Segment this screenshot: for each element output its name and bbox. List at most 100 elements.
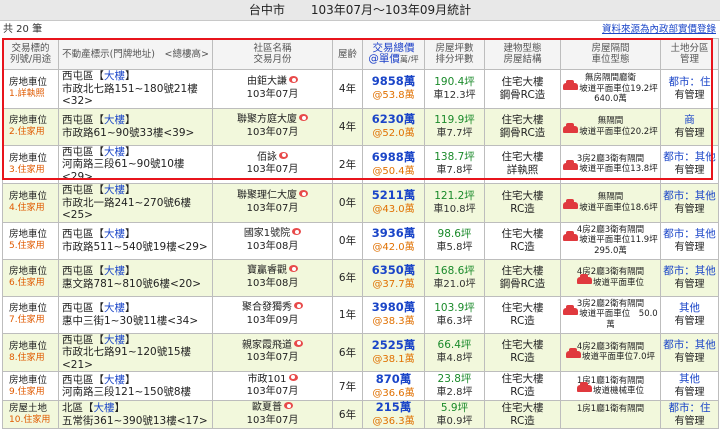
- cell-address[interactable]: 西屯區【大樓】 市政路61~90號33樓<39>: [58, 107, 213, 146]
- col-header-building[interactable]: 建物型態 房屋結構: [484, 38, 561, 70]
- cell-layout: 3房2廳3衛有隔間 坡道平面車位13.8坪: [560, 144, 661, 184]
- table-row[interactable]: 房地車位 3.住家用 西屯區【大樓】 河南路三段61~90號10樓 <29> 佰詠 10…: [2, 144, 719, 184]
- cell-age: 6年: [332, 400, 363, 429]
- col-header-layout[interactable]: 房屋隔間 車位型態: [560, 38, 661, 70]
- cell-community[interactable]: 聯聚方庭大廈 103年07月: [212, 107, 333, 146]
- cell-address[interactable]: 西屯區【大樓】 市政路511~540號19樓<29>: [58, 221, 213, 260]
- table-row[interactable]: 房地車位 8.住家用 西屯區【大樓】 市政北七路91~120號15樓 <21> 親家霞…: [2, 332, 719, 372]
- cell-age: 0年: [332, 221, 363, 260]
- col-header-age[interactable]: 屋齡: [332, 38, 363, 70]
- car-icon: [563, 305, 579, 316]
- cell-community[interactable]: 市政101 103年07月: [212, 371, 333, 401]
- cell-zone: 其他 有管理: [660, 371, 719, 401]
- view-icon[interactable]: [288, 373, 298, 381]
- view-icon[interactable]: [299, 190, 308, 198]
- col-header-address[interactable]: 不動產標示(門牌地址) <總樓高>: [58, 38, 213, 70]
- cell-community[interactable]: 國家1號院 103年08月: [212, 221, 333, 260]
- cell-age: 6年: [332, 258, 363, 297]
- table-row[interactable]: 房地車位 9.住家用 西屯區【大樓】 河南路三段121~150號8樓 市政101 10…: [2, 371, 719, 401]
- cell-zone: 都市：其他 有管理: [660, 144, 719, 184]
- title-city: 台中市: [248, 3, 285, 17]
- cell-zone: 商有管理: [660, 107, 719, 146]
- cell-community[interactable]: 寶贏睿觀 103年08月: [212, 258, 333, 297]
- cell-building: 住宅大樓 鋼骨RC造: [484, 69, 561, 109]
- view-icon[interactable]: [289, 76, 298, 84]
- table-row[interactable]: 房地車位 4.住家用 西屯區【大樓】 市政北一路241~270號6樓 <25> 聯聚理…: [2, 183, 719, 223]
- cell-building: 住宅大樓 RC造: [484, 295, 561, 334]
- cell-address[interactable]: 西屯區【大樓】 市政北一路241~270號6樓 <25>: [58, 183, 213, 223]
- cell-age: 0年: [332, 183, 363, 223]
- cell-address[interactable]: 西屯區【大樓】 市政北七路151~180號21樓 <32>: [58, 69, 213, 109]
- cell-zone: 都市：其他 有管理: [660, 183, 719, 223]
- title-period: 103年07月～103年09月統計: [310, 3, 472, 17]
- table-row[interactable]: 房屋土地 10.住家用 北區【大樓】 五常街361~390號13樓<17> 歐夏普 1…: [2, 400, 719, 429]
- cell-zone: 都市：其他 有管理: [660, 221, 719, 260]
- table-header: 交易標的 列號/用途 不動產標示(門牌地址) <總樓高> 社區名稱 交易月份 屋齡 …: [2, 38, 719, 70]
- view-icon[interactable]: [299, 114, 308, 121]
- table-row[interactable]: 房地車位 1.詳執照 西屯區【大樓】 市政北七路151~180號21樓 <32> 由鉅…: [2, 69, 719, 109]
- view-icon[interactable]: [284, 402, 293, 409]
- cell-community[interactable]: 聚合發獨秀 103年09月: [212, 295, 333, 334]
- transaction-table: 交易標的 列號/用途 不動產標示(門牌地址) <總樓高> 社區名稱 交易月份 屋齡 …: [2, 38, 719, 429]
- table-row[interactable]: 房地車位 5.住家用 西屯區【大樓】 市政路511~540號19樓<29> 國家1號…: [2, 221, 719, 260]
- cell-address[interactable]: 西屯區【大樓】 惠文路781~810號6樓<20>: [58, 258, 213, 297]
- car-icon: [563, 122, 579, 133]
- cell-address[interactable]: 西屯區【大樓】 河南路三段121~150號8樓: [58, 371, 213, 401]
- cell-item: 房地車位 3.住家用: [2, 144, 59, 184]
- cell-community[interactable]: 聯聚理仁大廈 103年07月: [212, 183, 333, 223]
- table-row[interactable]: 房地車位 7.住家用 西屯區【大樓】 惠中三街1~30號11樓<34> 聚合發獨秀 1…: [2, 295, 719, 334]
- view-icon[interactable]: [294, 302, 303, 309]
- cell-community[interactable]: 佰詠 103年07月: [212, 144, 333, 184]
- cell-item: 房屋土地 10.住家用: [2, 400, 59, 429]
- cell-zone: 都市：其他 有管理: [660, 258, 719, 297]
- cell-area: 168.6坪 車21.0坪: [424, 258, 485, 297]
- cell-zone: 都市：住 有管理: [660, 69, 719, 109]
- cell-price: 9858萬 @53.8萬: [362, 69, 425, 109]
- col-header-area[interactable]: 房屋坪數 排分坪數: [424, 38, 485, 70]
- cell-address[interactable]: 西屯區【大樓】 市政北七路91~120號15樓 <21>: [58, 332, 213, 372]
- cell-address[interactable]: 西屯區【大樓】 河南路三段61~90號10樓 <29>: [58, 144, 213, 184]
- cell-layout: 無隔間 坡道平面車位20.2坪: [560, 107, 661, 146]
- cell-address[interactable]: 北區【大樓】 五常街361~390號13樓<17>: [58, 400, 213, 429]
- cell-layout: 4房2廳3衛有隔間 坡道平面車位: [560, 258, 661, 297]
- col-header-item[interactable]: 交易標的 列號/用途: [2, 38, 59, 70]
- cell-age: 4年: [332, 69, 363, 109]
- view-icon[interactable]: [294, 339, 303, 347]
- cell-item: 房地車位 9.住家用: [2, 371, 59, 401]
- source-link[interactable]: 資料來源為內政部實價登錄: [602, 21, 716, 38]
- cell-layout: 4房2廳3衛有隔間 坡道平面車位11.9坪 295.0萬: [560, 221, 661, 260]
- col-header-price[interactable]: 交易總價 @單價萬/坪: [362, 38, 425, 70]
- cell-price: 5211萬 @43.0萬: [362, 183, 425, 223]
- cell-building: 住宅大樓 RC造: [484, 400, 561, 429]
- cell-community[interactable]: 歐夏普 103年07月: [212, 400, 333, 429]
- cell-price: 2525萬 @38.1萬: [362, 332, 425, 372]
- cell-age: 6年: [332, 332, 363, 372]
- cell-area: 66.4坪 車4.8坪: [424, 332, 485, 372]
- cell-item: 房地車位 8.住家用: [2, 332, 59, 372]
- cell-building: 住宅大樓 RC造: [484, 371, 561, 401]
- view-icon[interactable]: [289, 265, 298, 272]
- cell-age: 4年: [332, 107, 363, 146]
- cell-community[interactable]: 由鉅大謙 103年07月: [212, 69, 333, 109]
- cell-age: 2年: [332, 144, 363, 184]
- cell-price: 3936萬 @42.0萬: [362, 221, 425, 260]
- record-count: 共 20 筆: [3, 24, 43, 35]
- view-icon[interactable]: [292, 228, 302, 235]
- cell-age: 7年: [332, 371, 363, 401]
- cell-address[interactable]: 西屯區【大樓】 惠中三街1~30號11樓<34>: [58, 295, 213, 334]
- table-row[interactable]: 房地車位 6.住家用 西屯區【大樓】 惠文路781~810號6樓<20> 寶贏睿觀 1…: [2, 258, 719, 297]
- sub-bar: 共 20 筆 資料來源為內政部實價登錄: [0, 21, 720, 38]
- cell-building: 住宅大樓 鋼骨RC造: [484, 258, 561, 297]
- table-row[interactable]: 房地車位 2.住家用 西屯區【大樓】 市政路61~90號33樓<39> 聯聚方庭大廈…: [2, 107, 719, 146]
- col-header-community[interactable]: 社區名稱 交易月份: [212, 38, 333, 70]
- cell-layout: 無房隔間廳衛 坡道平面車位19.2坪 640.0萬: [560, 69, 661, 109]
- car-icon: [576, 382, 592, 392]
- cell-area: 138.7坪 車7.8坪: [424, 144, 485, 184]
- cell-item: 房地車位 5.住家用: [2, 221, 59, 260]
- cell-layout: 4房2廳3衛有隔間 坡道平面車位7.0坪: [560, 332, 661, 372]
- view-icon[interactable]: [279, 151, 288, 159]
- cell-community[interactable]: 親家霞飛道 103年07月: [212, 332, 333, 372]
- col-header-zone[interactable]: 土地分區 管理: [660, 38, 719, 70]
- car-icon: [563, 160, 579, 171]
- page-title: 台中市 103年07月～103年09月統計: [0, 0, 720, 21]
